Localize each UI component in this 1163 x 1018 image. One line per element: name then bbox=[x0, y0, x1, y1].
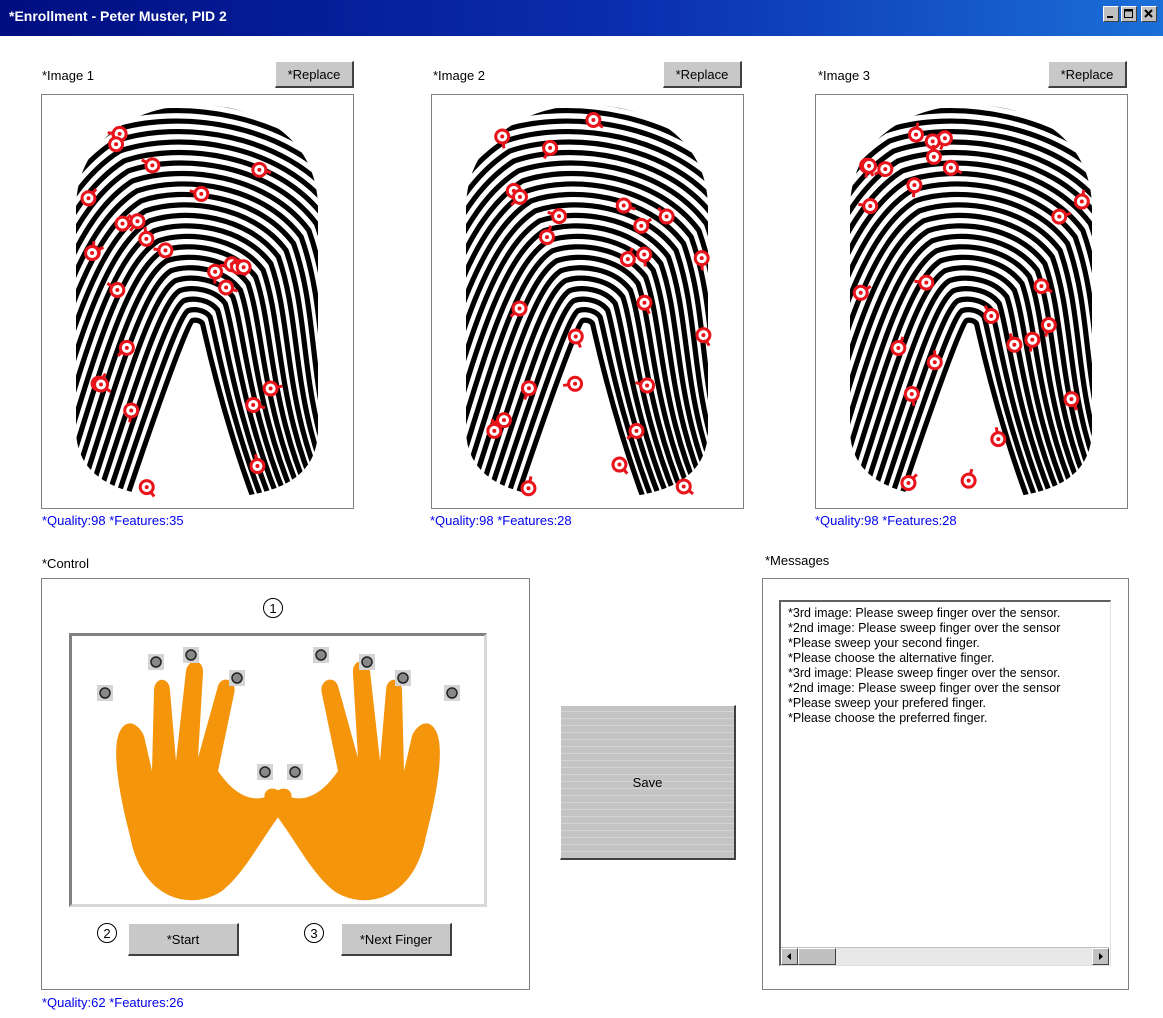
minutia-marker bbox=[138, 479, 156, 498]
minutia-marker bbox=[611, 456, 629, 475]
minimize-button[interactable] bbox=[1103, 6, 1119, 22]
close-button[interactable] bbox=[1141, 6, 1157, 22]
minutia-marker bbox=[675, 478, 695, 496]
minutia-marker bbox=[509, 300, 528, 318]
minutia-marker bbox=[116, 339, 135, 357]
arrow-right-icon bbox=[1099, 953, 1103, 960]
minutia-marker bbox=[960, 468, 977, 489]
fingerprint-image-3 bbox=[850, 105, 1092, 499]
image-3-label: *Image 3 bbox=[818, 68, 871, 83]
finger-marker-icon bbox=[150, 656, 162, 668]
minutia-marker bbox=[693, 250, 710, 271]
messages-panel: *3rd image: Please sweep finger over the… bbox=[762, 578, 1129, 990]
minutia-marker bbox=[114, 213, 132, 232]
minutia-marker bbox=[542, 139, 559, 160]
finger-marker-icon bbox=[397, 672, 409, 684]
maximize-icon bbox=[1124, 9, 1133, 18]
scroll-right-button[interactable] bbox=[1092, 948, 1109, 965]
message-item: *Please choose the alternative finger. bbox=[788, 651, 995, 665]
left-hand[interactable] bbox=[116, 661, 292, 901]
finger-marker-icon bbox=[361, 656, 373, 668]
image-1-status: *Quality:98 *Features:35 bbox=[42, 513, 184, 528]
minutia-marker bbox=[585, 112, 604, 129]
message-item: *3rd image: Please sweep finger over the… bbox=[788, 606, 1061, 620]
ridge-pattern bbox=[76, 105, 318, 499]
image-2-replace-button[interactable]: *Replace bbox=[663, 61, 742, 88]
finger-marker-icon bbox=[231, 672, 243, 684]
finger-marker-icon bbox=[289, 766, 301, 778]
image-1-label: *Image 1 bbox=[42, 68, 95, 83]
image-2-status: *Quality:98 *Features:28 bbox=[430, 513, 572, 528]
next-finger-button[interactable]: *Next Finger bbox=[341, 923, 452, 956]
image-1-frame bbox=[41, 94, 354, 509]
messages-label: *Messages bbox=[765, 553, 830, 568]
control-status: *Quality:62 *Features:26 bbox=[42, 995, 184, 1010]
right-hand[interactable] bbox=[264, 661, 440, 901]
minutia-marker bbox=[633, 217, 653, 234]
scroll-left-button[interactable] bbox=[781, 948, 798, 965]
finger-marker-icon bbox=[259, 766, 271, 778]
horizontal-scrollbar[interactable] bbox=[781, 947, 1109, 965]
message-item: *Please choose the preferred finger. bbox=[788, 711, 988, 725]
minutia-marker bbox=[562, 375, 584, 392]
step-2-badge: 2 bbox=[97, 923, 117, 943]
finger-marker-icon bbox=[315, 649, 327, 661]
minutia-marker bbox=[510, 188, 528, 207]
minutia-marker bbox=[657, 206, 675, 225]
fingerprint-image-1 bbox=[76, 105, 318, 499]
message-item: *3rd image: Please sweep finger over the… bbox=[788, 666, 1061, 680]
window-title: *Enrollment - Peter Muster, PID 2 bbox=[9, 8, 227, 24]
image-2-frame bbox=[431, 94, 744, 509]
step-1-badge: 1 bbox=[263, 598, 283, 618]
close-icon bbox=[1144, 9, 1153, 18]
message-item: *2nd image: Please sweep finger over the… bbox=[788, 681, 1061, 695]
step-3-badge: 3 bbox=[304, 923, 324, 943]
finger-marker-icon bbox=[185, 649, 197, 661]
hand-selector[interactable] bbox=[69, 633, 487, 907]
image-2-label: *Image 2 bbox=[433, 68, 486, 83]
minutia-marker bbox=[900, 473, 918, 491]
message-item: *Please sweep your prefered finger. bbox=[788, 696, 987, 710]
control-label: *Control bbox=[42, 556, 89, 571]
scroll-thumb[interactable] bbox=[798, 948, 836, 965]
hands-graphic[interactable] bbox=[72, 636, 484, 904]
image-3-frame bbox=[815, 94, 1128, 509]
ridge-pattern bbox=[466, 105, 708, 499]
finger-marker-icon bbox=[99, 687, 111, 699]
image-3-status: *Quality:98 *Features:28 bbox=[815, 513, 957, 528]
start-button[interactable]: *Start bbox=[128, 923, 239, 956]
messages-list[interactable]: *3rd image: Please sweep finger over the… bbox=[779, 600, 1111, 966]
maximize-button[interactable] bbox=[1121, 6, 1137, 22]
image-1-replace-button[interactable]: *Replace bbox=[275, 61, 354, 88]
finger-marker-icon bbox=[446, 687, 458, 699]
control-panel: 1 2 *Start 3 *Next Finger bbox=[41, 578, 530, 990]
save-button-label: Save bbox=[632, 774, 663, 790]
minutia-marker bbox=[80, 188, 98, 207]
fingerprint-image-2 bbox=[466, 105, 712, 499]
image-3-replace-button[interactable]: *Replace bbox=[1048, 61, 1127, 88]
minimize-icon bbox=[1107, 16, 1113, 18]
save-button[interactable]: Save bbox=[560, 705, 736, 860]
message-item: *Please sweep your second finger. bbox=[788, 636, 980, 650]
message-item: *2nd image: Please sweep finger over the… bbox=[788, 621, 1061, 635]
minutia-marker bbox=[983, 304, 1000, 324]
arrow-left-icon bbox=[787, 953, 791, 960]
title-bar: *Enrollment - Peter Muster, PID 2 bbox=[0, 0, 1163, 36]
